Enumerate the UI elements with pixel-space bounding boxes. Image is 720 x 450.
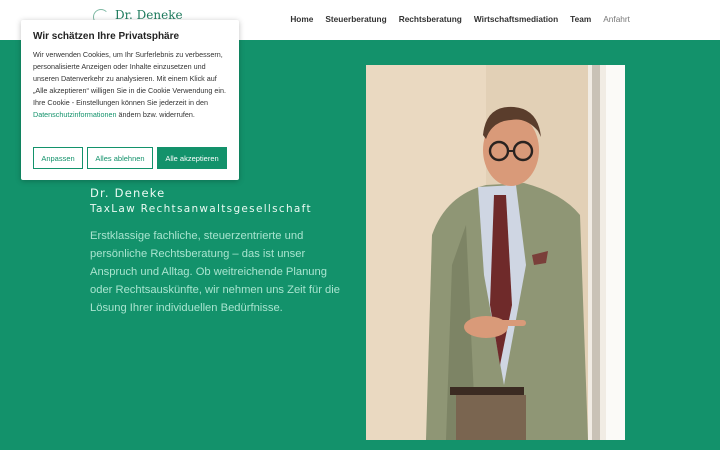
privacy-link[interactable]: Datenschutzinformationen [33, 110, 117, 119]
main-nav: Home Steuerberatung Rechtsberatung Wirts… [290, 14, 630, 24]
customize-button[interactable]: Anpassen [33, 147, 83, 169]
cookie-body: Wir verwenden Cookies, um Ihr Surferlebn… [33, 49, 233, 121]
cookie-title: Wir schätzen Ihre Privatsphäre [33, 31, 180, 42]
hero-firm: TaxLaw Rechtsanwaltsgesellschaft [90, 203, 312, 215]
accept-all-button[interactable]: Alle akzeptieren [157, 147, 227, 169]
portrait-photo [366, 65, 625, 440]
nav-item-wirtschaftsmediation[interactable]: Wirtschaftsmediation [474, 14, 558, 24]
hero-description: Erstklassige fachliche, steuerzentrierte… [90, 230, 340, 314]
nav-item-anfahrt[interactable]: Anfahrt [603, 14, 630, 24]
cookie-body-text-end: ändern bzw. widerrufen. [116, 110, 195, 119]
nav-item-steuerberatung[interactable]: Steuerberatung [325, 14, 386, 24]
nav-item-rechtsberatung[interactable]: Rechtsberatung [399, 14, 462, 24]
nav-item-team[interactable]: Team [570, 14, 591, 24]
hero-name: Dr. Deneke [90, 186, 166, 200]
reject-all-button[interactable]: Alles ablehnen [87, 147, 153, 169]
nav-item-home[interactable]: Home [290, 14, 313, 24]
cookie-consent-banner: Wir schätzen Ihre Privatsphäre Wir verwe… [21, 20, 239, 180]
cookie-body-text: Wir verwenden Cookies, um Ihr Surferlebn… [33, 50, 226, 107]
